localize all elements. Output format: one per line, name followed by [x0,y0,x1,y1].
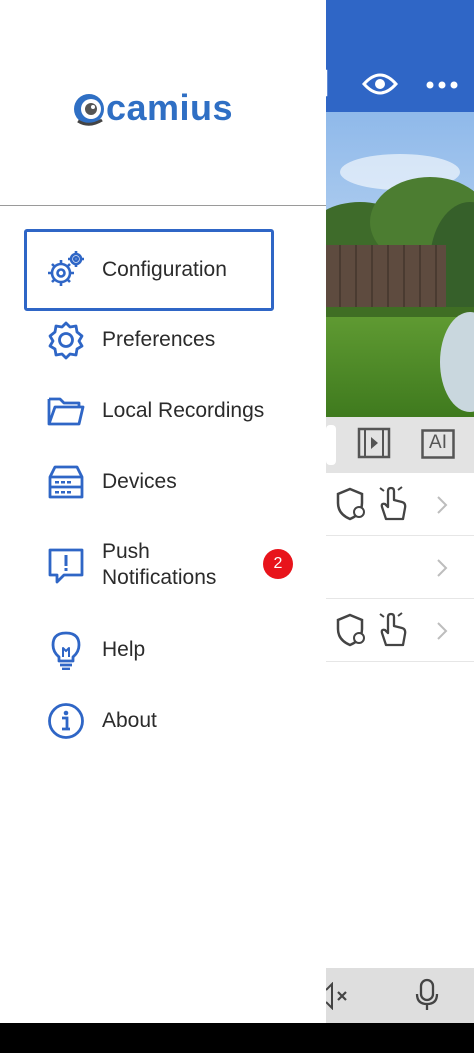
navigation-drawer: camius Configuration Preferences Local R… [0,0,326,1023]
push-notification-icon [46,546,86,586]
menu-item-help[interactable]: Help [24,616,274,680]
more-dots-icon[interactable] [424,78,460,96]
menu-label-about: About [102,709,157,732]
ai-label: AI [429,432,447,453]
menu-item-devices[interactable]: Devices [24,448,274,512]
menu-label-help: Help [102,638,146,661]
chevron-right-icon[interactable] [436,495,448,520]
toolbar-field[interactable] [326,425,338,470]
menu-item-push-notifications[interactable]: Push Notifications [24,531,274,601]
system-navigation-bar [0,1023,474,1053]
menu-item-local-recordings[interactable]: Local Recordings [24,377,274,441]
notification-count-badge: 2 [263,549,293,579]
gear-icon [46,320,86,360]
menu-label-local-recordings: Local Recordings [102,399,265,422]
playback-icon[interactable] [357,427,391,464]
logo-text: camius [106,87,234,128]
menu-label-preferences: Preferences [102,328,216,351]
menu-label-devices: Devices [102,470,177,493]
eye-icon[interactable] [361,70,399,103]
nvr-device-icon [46,462,86,502]
info-icon [46,701,86,741]
touch-hand-icon[interactable] [376,611,410,652]
shield-gear-icon[interactable] [336,613,368,652]
touch-hand-icon[interactable] [376,485,410,526]
shield-gear-icon[interactable] [336,487,368,526]
menu-label-configuration: Configuration [102,258,227,281]
chevron-right-icon[interactable] [436,558,448,583]
lightbulb-icon [46,630,86,671]
gears-icon [46,250,86,290]
menu-label-notifications: Notifications [102,566,217,589]
camius-logo: camius [72,87,272,130]
menu-item-configuration[interactable]: Configuration [24,229,274,311]
mute-icon[interactable] [325,981,350,1015]
menu-item-preferences[interactable]: Preferences [24,306,274,370]
menu-item-about[interactable]: About [24,687,274,751]
folder-icon [46,391,86,431]
microphone-icon[interactable] [414,978,440,1017]
chevron-right-icon[interactable] [436,621,448,646]
ai-button[interactable]: AI [421,429,455,464]
drawer-divider [0,205,326,206]
menu-label-push: Push [102,540,150,563]
camius-logo-mark [74,94,104,126]
